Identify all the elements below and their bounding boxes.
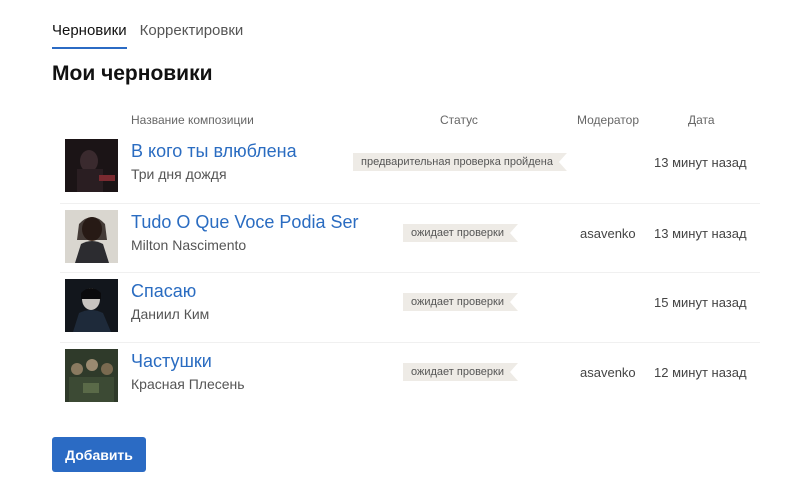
column-header-name: Название композиции (131, 113, 254, 127)
cover-image (65, 139, 118, 192)
cover-thumbnail[interactable] (65, 139, 118, 192)
date: 13 минут назад (654, 226, 747, 241)
track-title-link[interactable]: Частушки (131, 351, 212, 372)
cover-image (65, 349, 118, 402)
table-row[interactable]: Частушки Красная Плесень ожидает проверк… (60, 342, 760, 412)
column-header-moderator: Модератор (577, 113, 640, 127)
status-badge: ожидает проверки (403, 224, 518, 242)
track-title-link[interactable]: Спасаю (131, 281, 196, 302)
date: 13 минут назад (654, 155, 747, 170)
cover-thumbnail[interactable] (65, 349, 118, 402)
date: 12 минут назад (654, 365, 747, 380)
table-header: Название композиции Статус Модератор Дат… (0, 113, 800, 129)
track-title-link[interactable]: В кого ты влюблена (131, 141, 297, 162)
cover-thumbnail[interactable] (65, 279, 118, 332)
status-badge: предварительная проверка пройдена (353, 153, 567, 171)
date: 15 минут назад (654, 295, 747, 310)
track-artist: Красная Плесень (131, 376, 245, 392)
cover-image (65, 279, 118, 332)
tab-drafts[interactable]: Черновики (52, 20, 127, 49)
page-title: Мои черновики (52, 62, 213, 85)
status-badge: ожидает проверки (403, 293, 518, 311)
track-artist: Даниил Ким (131, 306, 210, 322)
cover-thumbnail[interactable] (65, 210, 118, 263)
column-header-date: Дата (688, 113, 715, 127)
tab-corrections[interactable]: Корректировки (140, 20, 244, 49)
add-button[interactable]: Добавить (52, 437, 146, 472)
table-row[interactable]: Спасаю Даниил Ким ожидает проверки 15 ми… (60, 272, 760, 342)
status-badge: ожидает проверки (403, 363, 518, 381)
drafts-page: Черновики Корректировки Мои черновики На… (0, 0, 800, 499)
table-row[interactable]: В кого ты влюблена Три дня дождя предвар… (60, 133, 760, 203)
track-artist: Milton Nascimento (131, 237, 247, 253)
tabs: Черновики Корректировки (52, 20, 243, 49)
track-title-link[interactable]: Tudo O Que Voce Podia Ser (131, 212, 358, 233)
track-artist: Три дня дождя (131, 166, 227, 182)
column-header-status: Статус (440, 113, 478, 127)
table-row[interactable]: Tudo O Que Voce Podia Ser Milton Nascime… (60, 203, 760, 273)
cover-image (65, 210, 118, 263)
moderator: asavenko (580, 365, 636, 380)
moderator: asavenko (580, 226, 636, 241)
